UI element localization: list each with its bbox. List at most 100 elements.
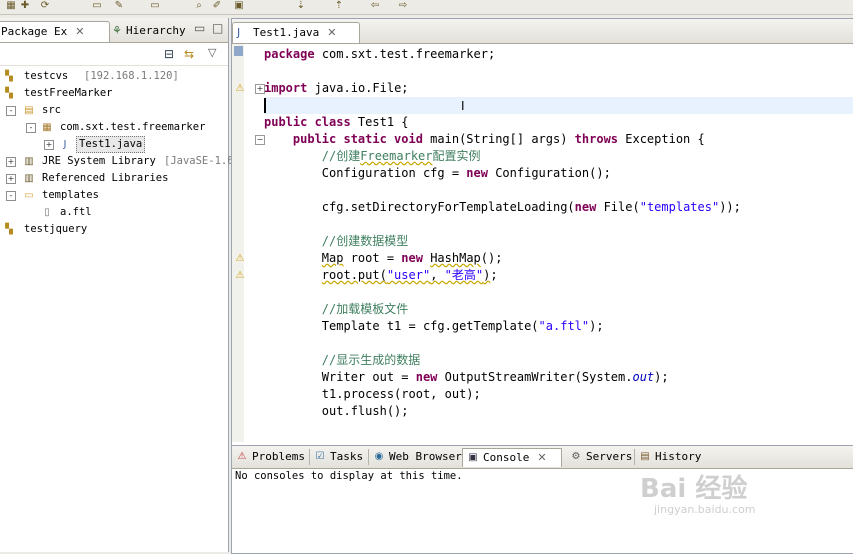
minimize-icon[interactable]: ▭ [194,21,205,35]
close-icon[interactable]: ✕ [537,451,546,464]
tab-package-explorer[interactable]: Package Ex ✕ [0,21,110,42]
tab-console[interactable]: ▣ Console ✕ [462,448,562,467]
tab-hierarchy[interactable]: ⚘ Hierarchy [110,21,204,41]
view-menu-icon[interactable]: ▽ [208,46,216,59]
forward-icon[interactable]: ⇨ [396,0,410,12]
arrow-up-icon[interactable]: ⇡ [332,0,346,12]
tree-item-referenced-libraries[interactable]: + ▥ Referenced Libraries [0,170,228,187]
pen-icon[interactable]: ✐ [210,0,224,12]
code-line-22: out.flush(); [264,404,409,418]
run-icon[interactable]: ✚ [18,0,32,12]
tree-item-testfreemarker[interactable]: ▚ testFreeMarker [0,85,228,102]
tab-tasks[interactable]: ☑ Tasks [310,448,368,466]
tab-web-browser[interactable]: ◉ Web Browser [369,448,477,466]
tab-label: Problems [252,450,305,463]
tree-item-extra: [192.168.1.120] [84,70,179,82]
tree-item-label: testFreeMarker [24,87,113,99]
expand-toggle[interactable]: + [6,157,16,167]
tree-item-label: src [42,104,61,116]
search-icon[interactable]: ⌕ [192,0,206,12]
keyword-token: new [415,370,438,384]
expand-toggle[interactable]: + [44,140,54,150]
import-token: java.io.File; [314,81,409,95]
tree-item-label: a.ftl [60,206,92,218]
debug-icon[interactable]: ⟳ [38,0,52,12]
collapse-toggle[interactable]: - [6,106,16,116]
project-icon: ▚ [5,224,13,235]
expand-toggle[interactable]: + [6,174,16,184]
code-line-21: t1.process(root, out); [264,387,481,401]
keyword-token: new [466,166,488,180]
tab-label: Tasks [330,450,364,463]
folder-icon[interactable]: ▭ [90,0,104,12]
tree-item-label: Referenced Libraries [42,172,169,184]
tab-label: Package Ex [1,25,68,38]
string-token: "user" [386,268,431,282]
file-icon: ▯ [44,207,50,218]
keyword-token: throws [574,132,619,146]
package-explorer-panel: Package Ex ✕ ⚘ Hierarchy ▭ □ ⊟ ⇆ ▽ ▚ test… [0,18,240,552]
folder-open-icon[interactable]: ▭ [148,0,162,12]
tab-label: Servers [586,450,633,463]
package-icon: ▦ [42,122,52,133]
tree-item-label: testjquery [24,223,88,235]
tree-item-jre-library[interactable]: + ▥ JRE System Library [JavaSE-1.6] [0,153,240,170]
wand-icon[interactable]: ✎ [112,0,126,12]
library-icon: ▥ [24,173,34,184]
tree-item-templates[interactable]: - ▭ templates [0,187,228,204]
view-icon[interactable]: ▣ [232,0,246,12]
code-line-10: cfg.setDirectoryForTemplateLoading(new F… [264,200,741,214]
package-explorer-toolbar: ⊟ ⇆ ▽ [0,43,228,66]
collapse-toggle[interactable]: - [26,123,36,133]
collapse-all-icon[interactable]: ⊟ [164,47,174,61]
arrow-down-icon[interactable]: ⇣ [294,0,308,12]
code-line-16: //加载模板文件 [264,302,409,316]
tab-servers[interactable]: ⚙ Servers [566,448,633,466]
code-line-6: public static void main(String[] args) t… [292,132,705,146]
code-line-5: public class Test1 { [264,115,409,129]
package-explorer-tabbar: Package Ex ✕ ⚘ Hierarchy ▭ □ [0,18,228,43]
maximize-icon[interactable]: □ [212,21,223,35]
code-line-1: package com.sxt.test.freemarker; [264,46,495,63]
tree-item-test1-java[interactable]: + J Test1.java [0,136,228,153]
code-area[interactable]: package com.sxt.test.freemarker; import … [232,19,853,445]
collapse-toggle[interactable]: - [6,191,16,201]
tree-item-src[interactable]: - ▤ src [0,102,228,119]
tree-item-a-ftl[interactable]: ▯ a.ftl [0,204,228,221]
tab-history[interactable]: ▤ History [635,448,705,466]
keyword-token: new [574,200,597,214]
problems-icon: ⚠ [237,451,247,462]
tree-item-label: testcvs [24,70,69,82]
tree-item-testjquery[interactable]: ▚ testjquery [0,221,228,238]
package-icon[interactable]: ▦ [4,0,18,12]
source-folder-icon: ▤ [24,105,34,116]
globe-icon: ◉ [374,451,384,462]
package-name-token: com.sxt.test.freemarker; [321,47,496,61]
tab-label: History [655,450,702,463]
keyword-token: package [264,47,315,61]
tab-problems[interactable]: ⚠ Problems [232,448,306,466]
console-icon: ▣ [468,452,478,463]
library-icon: ▥ [24,156,34,167]
baidu-watermark: Bai 经验 jingyan.baidu.com [640,475,756,516]
tree-item-label: Test1.java [76,136,146,153]
tree-item-label: com.sxt.test.freemarker [60,121,206,133]
string-token: "老高" [444,268,484,282]
link-with-editor-icon[interactable]: ⇆ [184,47,194,61]
project-icon: ▚ [5,71,13,82]
keyword-token: new [401,251,423,265]
folder-icon: ▭ [24,190,34,201]
back-icon[interactable]: ⇦ [368,0,382,12]
tree-item-label: templates [42,189,99,201]
tab-label: Hierarchy [126,24,186,37]
tree-item-package[interactable]: - ▦ com.sxt.test.freemarker [0,119,228,136]
keyword-token: public class [264,115,351,129]
java-editor: J Test1.java ✕ I ⚠ ⚠ ⚠ + − package com.sx… [231,18,853,446]
code-line-17: Template t1 = cfg.getTemplate("a.ftl"); [264,319,604,333]
tab-label: Web Browser [389,450,462,463]
bottom-panel: ⚠ Problems ☑ Tasks ◉ Web Browser ▣ Console ✕ … [231,445,853,554]
close-icon[interactable]: ✕ [75,25,84,38]
console-message: No consoles to display at this time. [235,470,463,482]
field-token: out [632,370,655,384]
tree-item-testcvs[interactable]: ▚ testcvs [192.168.1.120] [0,68,228,85]
